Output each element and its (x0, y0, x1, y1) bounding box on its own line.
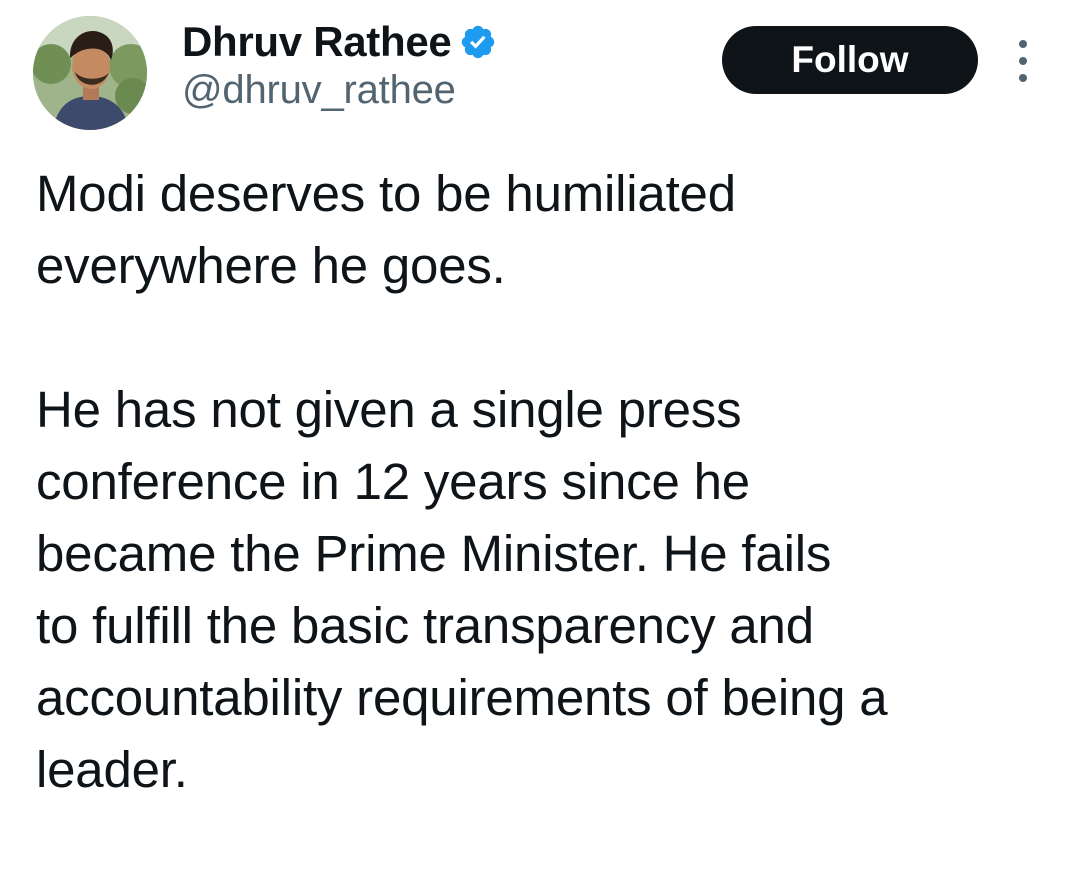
tweet-text: Modi deserves to be humiliated everywher… (36, 158, 1046, 806)
tweet-card: Dhruv Rathee @dhruv_rathee Follow Modi d… (0, 0, 1080, 870)
more-dot (1019, 40, 1027, 48)
avatar[interactable] (33, 16, 147, 130)
display-name[interactable]: Dhruv Rathee (182, 18, 452, 66)
more-dot (1019, 57, 1027, 65)
verified-badge-icon (459, 23, 497, 61)
tweet-paragraph: Modi deserves to be humiliated everywher… (36, 165, 736, 294)
more-dot (1019, 74, 1027, 82)
more-options-icon[interactable] (1009, 40, 1037, 82)
follow-button[interactable]: Follow (722, 26, 978, 94)
author-handle[interactable]: @dhruv_rathee (182, 68, 456, 113)
tweet-paragraph: He has not given a single press conferen… (36, 381, 888, 798)
author-name-row: Dhruv Rathee (182, 14, 497, 70)
